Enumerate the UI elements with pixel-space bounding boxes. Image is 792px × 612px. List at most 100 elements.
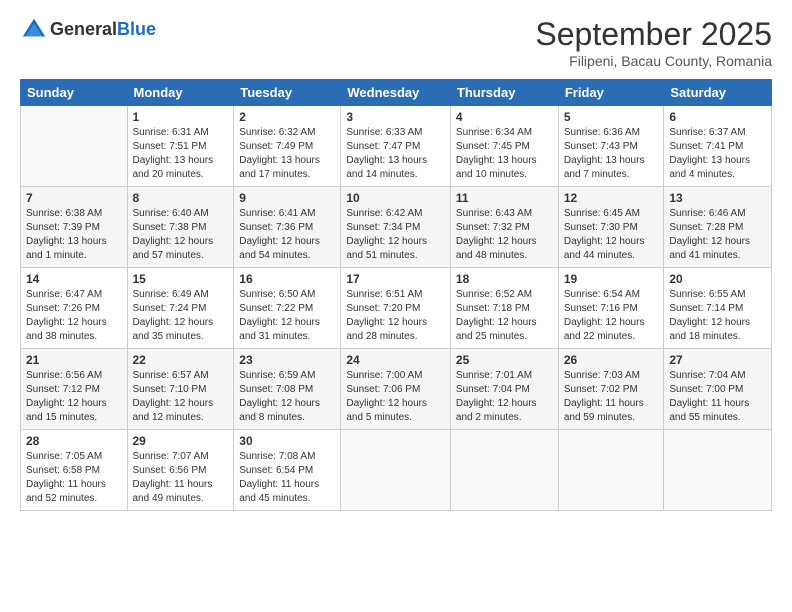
- calendar-cell: [558, 430, 664, 511]
- col-monday: Monday: [127, 80, 234, 106]
- calendar-cell: 22 Sunrise: 6:57 AM Sunset: 7:10 PM Dayli…: [127, 349, 234, 430]
- calendar-week-row: 7 Sunrise: 6:38 AM Sunset: 7:39 PM Daylig…: [21, 187, 772, 268]
- day-info: Sunrise: 6:51 AM Sunset: 7:20 PM Dayligh…: [346, 288, 445, 344]
- calendar-cell: 24 Sunrise: 7:00 AM Sunset: 7:06 PM Dayli…: [341, 349, 451, 430]
- day-number: 23: [239, 353, 335, 367]
- col-saturday: Saturday: [664, 80, 772, 106]
- day-number: 19: [564, 272, 659, 286]
- calendar-cell: [664, 430, 772, 511]
- calendar-cell: 18 Sunrise: 6:52 AM Sunset: 7:18 PM Dayli…: [450, 268, 558, 349]
- main-container: GeneralBlue September 2025 Filipeni, Bac…: [0, 0, 792, 521]
- logo-icon: [20, 16, 48, 44]
- calendar-week-row: 28Sunrise: 7:05 AM Sunset: 6:58 PM Dayli…: [21, 430, 772, 511]
- day-info: Sunrise: 6:47 AM Sunset: 7:26 PM Dayligh…: [26, 288, 122, 344]
- day-number: 9: [239, 191, 335, 205]
- calendar-cell: 23 Sunrise: 6:59 AM Sunset: 7:08 PM Dayli…: [234, 349, 341, 430]
- calendar-cell: 9Sunrise: 6:41 AM Sunset: 7:36 PM Daylig…: [234, 187, 341, 268]
- day-info: Sunrise: 6:59 AM Sunset: 7:08 PM Dayligh…: [239, 369, 335, 425]
- day-info: Sunrise: 6:43 AM Sunset: 7:32 PM Dayligh…: [456, 207, 553, 263]
- logo-general-text: General: [50, 19, 117, 39]
- day-number: 18: [456, 272, 553, 286]
- day-number: 22: [133, 353, 229, 367]
- location: Filipeni, Bacau County, Romania: [535, 53, 772, 69]
- logo-blue-text: Blue: [117, 19, 156, 39]
- day-number: 10: [346, 191, 445, 205]
- calendar-week-row: 1Sunrise: 6:31 AM Sunset: 7:51 PM Daylig…: [21, 106, 772, 187]
- calendar-cell: 13 Sunrise: 6:46 AM Sunset: 7:28 PM Dayli…: [664, 187, 772, 268]
- calendar-cell: 25 Sunrise: 7:01 AM Sunset: 7:04 PM Dayli…: [450, 349, 558, 430]
- calendar-week-row: 21Sunrise: 6:56 AM Sunset: 7:12 PM Dayli…: [21, 349, 772, 430]
- calendar-header-row: Sunday Monday Tuesday Wednesday Thursday…: [21, 80, 772, 106]
- day-number: 3: [346, 110, 445, 124]
- day-info: Sunrise: 6:37 AM Sunset: 7:41 PM Dayligh…: [669, 126, 766, 182]
- calendar-cell: 10 Sunrise: 6:42 AM Sunset: 7:34 PM Dayli…: [341, 187, 451, 268]
- day-info: Sunrise: 6:50 AM Sunset: 7:22 PM Dayligh…: [239, 288, 335, 344]
- calendar-cell: 6Sunrise: 6:37 AM Sunset: 7:41 PM Daylig…: [664, 106, 772, 187]
- day-number: 11: [456, 191, 553, 205]
- calendar-cell: 17Sunrise: 6:51 AM Sunset: 7:20 PM Dayli…: [341, 268, 451, 349]
- calendar-table: Sunday Monday Tuesday Wednesday Thursday…: [20, 79, 772, 511]
- day-number: 29: [133, 434, 229, 448]
- day-info: Sunrise: 7:01 AM Sunset: 7:04 PM Dayligh…: [456, 369, 553, 425]
- title-block: September 2025 Filipeni, Bacau County, R…: [535, 16, 772, 69]
- day-number: 4: [456, 110, 553, 124]
- col-friday: Friday: [558, 80, 664, 106]
- calendar-cell: [21, 106, 128, 187]
- day-info: Sunrise: 6:32 AM Sunset: 7:49 PM Dayligh…: [239, 126, 335, 182]
- day-info: Sunrise: 6:42 AM Sunset: 7:34 PM Dayligh…: [346, 207, 445, 263]
- day-info: Sunrise: 6:45 AM Sunset: 7:30 PM Dayligh…: [564, 207, 659, 263]
- col-tuesday: Tuesday: [234, 80, 341, 106]
- day-info: Sunrise: 7:08 AM Sunset: 6:54 PM Dayligh…: [239, 450, 335, 506]
- month-title: September 2025: [535, 16, 772, 53]
- col-thursday: Thursday: [450, 80, 558, 106]
- day-info: Sunrise: 6:49 AM Sunset: 7:24 PM Dayligh…: [133, 288, 229, 344]
- day-info: Sunrise: 6:40 AM Sunset: 7:38 PM Dayligh…: [133, 207, 229, 263]
- calendar-cell: 3Sunrise: 6:33 AM Sunset: 7:47 PM Daylig…: [341, 106, 451, 187]
- day-number: 16: [239, 272, 335, 286]
- logo: GeneralBlue: [20, 16, 156, 44]
- day-info: Sunrise: 6:34 AM Sunset: 7:45 PM Dayligh…: [456, 126, 553, 182]
- day-number: 5: [564, 110, 659, 124]
- day-info: Sunrise: 6:57 AM Sunset: 7:10 PM Dayligh…: [133, 369, 229, 425]
- day-info: Sunrise: 6:36 AM Sunset: 7:43 PM Dayligh…: [564, 126, 659, 182]
- calendar-cell: 28Sunrise: 7:05 AM Sunset: 6:58 PM Dayli…: [21, 430, 128, 511]
- calendar-cell: 19 Sunrise: 6:54 AM Sunset: 7:16 PM Dayli…: [558, 268, 664, 349]
- calendar-cell: 11 Sunrise: 6:43 AM Sunset: 7:32 PM Dayli…: [450, 187, 558, 268]
- calendar-cell: 26 Sunrise: 7:03 AM Sunset: 7:02 PM Dayli…: [558, 349, 664, 430]
- day-info: Sunrise: 6:52 AM Sunset: 7:18 PM Dayligh…: [456, 288, 553, 344]
- day-number: 20: [669, 272, 766, 286]
- day-number: 21: [26, 353, 122, 367]
- calendar-cell: 5 Sunrise: 6:36 AM Sunset: 7:43 PM Daylig…: [558, 106, 664, 187]
- day-number: 8: [133, 191, 229, 205]
- day-info: Sunrise: 6:46 AM Sunset: 7:28 PM Dayligh…: [669, 207, 766, 263]
- calendar-cell: 20Sunrise: 6:55 AM Sunset: 7:14 PM Dayli…: [664, 268, 772, 349]
- calendar-cell: 15Sunrise: 6:49 AM Sunset: 7:24 PM Dayli…: [127, 268, 234, 349]
- calendar-cell: 7 Sunrise: 6:38 AM Sunset: 7:39 PM Daylig…: [21, 187, 128, 268]
- calendar-cell: 14 Sunrise: 6:47 AM Sunset: 7:26 PM Dayli…: [21, 268, 128, 349]
- calendar-cell: 30Sunrise: 7:08 AM Sunset: 6:54 PM Dayli…: [234, 430, 341, 511]
- day-info: Sunrise: 6:54 AM Sunset: 7:16 PM Dayligh…: [564, 288, 659, 344]
- day-number: 14: [26, 272, 122, 286]
- calendar-cell: 21Sunrise: 6:56 AM Sunset: 7:12 PM Dayli…: [21, 349, 128, 430]
- day-number: 1: [133, 110, 229, 124]
- col-wednesday: Wednesday: [341, 80, 451, 106]
- col-sunday: Sunday: [21, 80, 128, 106]
- day-number: 13: [669, 191, 766, 205]
- calendar-cell: [341, 430, 451, 511]
- day-info: Sunrise: 7:00 AM Sunset: 7:06 PM Dayligh…: [346, 369, 445, 425]
- day-number: 2: [239, 110, 335, 124]
- day-number: 12: [564, 191, 659, 205]
- day-info: Sunrise: 6:38 AM Sunset: 7:39 PM Dayligh…: [26, 207, 122, 263]
- header: GeneralBlue September 2025 Filipeni, Bac…: [20, 16, 772, 69]
- day-info: Sunrise: 7:05 AM Sunset: 6:58 PM Dayligh…: [26, 450, 122, 506]
- calendar-cell: 8 Sunrise: 6:40 AM Sunset: 7:38 PM Daylig…: [127, 187, 234, 268]
- day-info: Sunrise: 7:07 AM Sunset: 6:56 PM Dayligh…: [133, 450, 229, 506]
- day-number: 24: [346, 353, 445, 367]
- calendar-cell: 29 Sunrise: 7:07 AM Sunset: 6:56 PM Dayli…: [127, 430, 234, 511]
- calendar-cell: 1Sunrise: 6:31 AM Sunset: 7:51 PM Daylig…: [127, 106, 234, 187]
- day-info: Sunrise: 7:03 AM Sunset: 7:02 PM Dayligh…: [564, 369, 659, 425]
- day-number: 7: [26, 191, 122, 205]
- day-number: 25: [456, 353, 553, 367]
- day-number: 26: [564, 353, 659, 367]
- calendar-cell: 27Sunrise: 7:04 AM Sunset: 7:00 PM Dayli…: [664, 349, 772, 430]
